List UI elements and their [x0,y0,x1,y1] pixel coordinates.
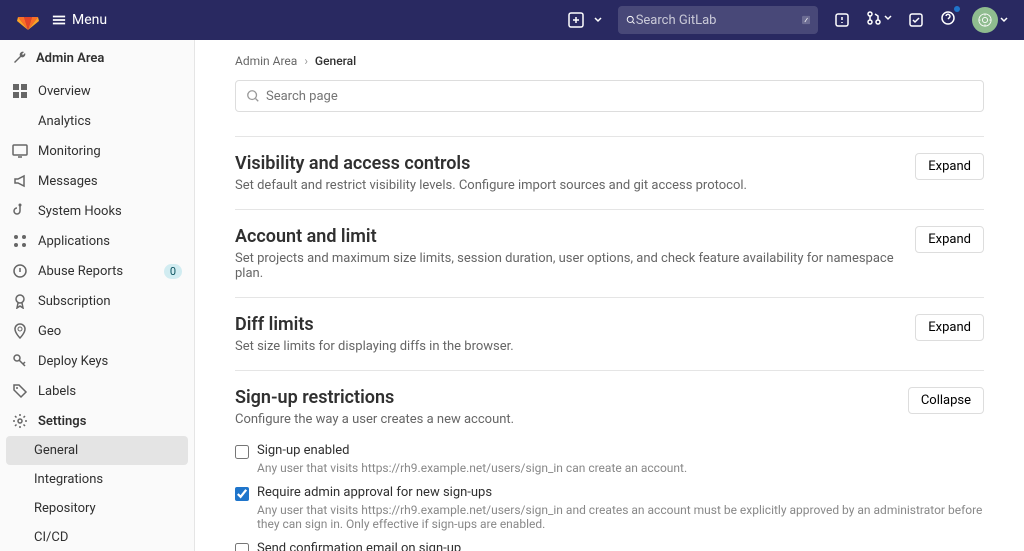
sidebar-item-abuse-reports[interactable]: Abuse Reports0 [0,256,194,286]
sidebar-item-monitoring[interactable]: Monitoring [0,136,194,166]
page-search[interactable] [235,80,984,112]
todos-icon[interactable] [908,12,924,28]
slash-shortcut-icon [802,14,810,26]
sidebar-sub-integrations[interactable]: Integrations [0,465,194,494]
expand-button[interactable]: Expand [915,153,984,180]
hamburger-icon [52,13,66,27]
sidebar-item-deploy-keys[interactable]: Deploy Keys [0,346,194,376]
section-desc: Set projects and maximum size limits, se… [235,251,915,281]
main-content: Admin Area › General Visibility and acce… [195,40,1024,551]
help-icon [940,10,956,26]
sidebar-item-subscription[interactable]: Subscription [0,286,194,316]
chevron-down-icon [1000,16,1008,24]
top-header: Menu [0,0,1024,40]
hook-icon [12,203,28,219]
section-diff: Diff limits Set size limits for displayi… [235,297,984,370]
sidebar: Admin Area Overview Analytics Monitoring… [0,40,195,551]
sidebar-item-labels[interactable]: Labels [0,376,194,406]
sidebar-item-messages[interactable]: Messages [0,166,194,196]
chart-icon [12,113,28,129]
section-account: Account and limit Set projects and maxim… [235,209,984,297]
medal-icon [12,293,28,309]
notification-dot [954,6,960,12]
expand-button[interactable]: Expand [915,226,984,253]
global-search-input[interactable] [636,13,802,28]
section-title: Diff limits [235,314,514,335]
send-confirmation-checkbox[interactable] [235,543,249,551]
search-icon [246,89,260,103]
apps-icon [12,233,28,249]
signup-enabled-checkbox[interactable] [235,445,249,459]
section-visibility: Visibility and access controls Set defau… [235,136,984,209]
create-new-dropdown[interactable] [560,12,602,28]
sidebar-item-geo[interactable]: Geo [0,316,194,346]
sidebar-item-overview[interactable]: Overview [0,76,194,106]
user-avatar[interactable] [972,7,998,33]
global-search[interactable] [618,6,818,34]
expand-button[interactable]: Expand [915,314,984,341]
gear-icon [12,413,28,429]
breadcrumb-current: General [315,54,356,68]
sidebar-item-system-hooks[interactable]: System Hooks [0,196,194,226]
wrench-icon [12,50,28,66]
signup-enabled-label: Sign-up enabled [257,443,349,458]
grid-icon [12,83,28,99]
section-title: Visibility and access controls [235,153,747,174]
section-signup: Sign-up restrictions Configure the way a… [235,370,984,551]
section-desc: Set size limits for displaying diffs in … [235,339,514,354]
require-approval-help: Any user that visits https://rh9.example… [257,503,984,531]
require-approval-label: Require admin approval for new sign-ups [257,485,492,500]
sidebar-sub-repository[interactable]: Repository [0,494,194,523]
page-search-input[interactable] [266,89,973,104]
signup-enabled-help: Any user that visits https://rh9.example… [257,461,984,475]
count-badge: 0 [164,264,182,279]
avatar-icon [978,13,992,27]
menu-label: Menu [72,12,107,28]
merge-requests-button[interactable] [866,10,882,30]
plus-icon [568,12,584,28]
sidebar-item-analytics[interactable]: Analytics [0,106,194,136]
sidebar-title[interactable]: Admin Area [0,40,194,76]
megaphone-icon [12,173,28,189]
section-desc: Set default and restrict visibility leve… [235,178,747,193]
merge-request-icon [866,10,882,26]
sidebar-sub-cicd[interactable]: CI/CD [0,523,194,551]
send-confirmation-label: Send confirmation email on sign-up [257,541,461,551]
breadcrumb-separator: › [304,54,308,68]
chevron-down-icon [594,16,602,24]
sidebar-item-settings[interactable]: Settings [0,406,194,436]
tag-icon [12,383,28,399]
monitor-icon [12,143,28,159]
search-icon [626,13,636,27]
section-title: Sign-up restrictions [235,387,514,408]
key-icon [12,353,28,369]
sidebar-item-applications[interactable]: Applications [0,226,194,256]
collapse-button[interactable]: Collapse [908,387,984,414]
location-icon [12,323,28,339]
chevron-down-icon [884,14,892,22]
issues-icon[interactable] [834,12,850,28]
menu-button[interactable]: Menu [52,12,107,28]
section-title: Account and limit [235,226,915,247]
sidebar-sub-general[interactable]: General [6,436,188,465]
warning-icon [12,263,28,279]
breadcrumb-root[interactable]: Admin Area [235,54,297,68]
section-desc: Configure the way a user creates a new a… [235,412,514,427]
gitlab-logo [16,8,40,32]
require-approval-checkbox[interactable] [235,487,249,501]
help-button[interactable] [940,10,956,30]
breadcrumb: Admin Area › General [235,54,984,68]
